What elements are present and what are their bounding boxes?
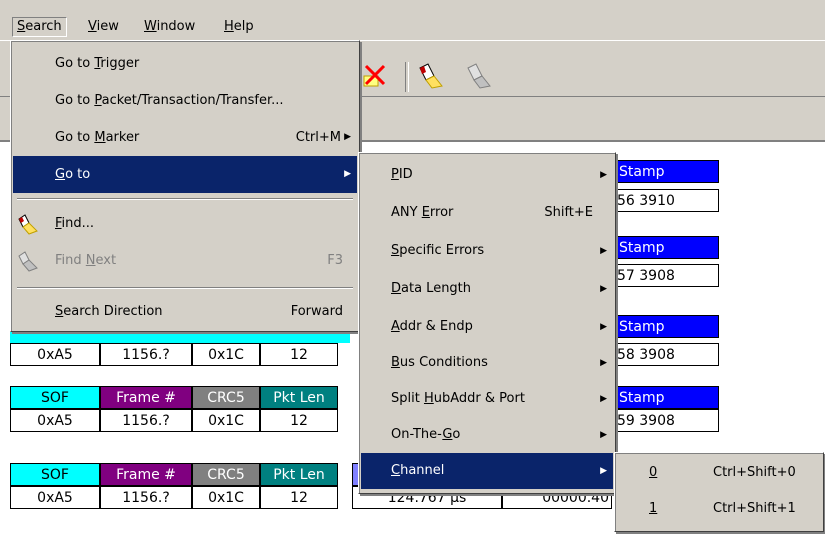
menu-item-goto-marker[interactable]: Go to Marker Ctrl+M ▶ bbox=[13, 119, 357, 156]
menubar: Search View Window Help bbox=[0, 0, 825, 39]
pkt-len-header: Pkt Len bbox=[260, 386, 338, 409]
flashlight-next-icon[interactable] bbox=[464, 60, 496, 90]
stamp-header: Stamp bbox=[612, 160, 719, 183]
crc-value[interactable]: 0x1C bbox=[192, 343, 260, 366]
stamp-value: 57 3908 bbox=[612, 264, 719, 287]
frame-value[interactable]: 1156.? bbox=[100, 343, 192, 366]
menu-item-goto-packet[interactable]: Go to Packet/Transaction/Transfer... bbox=[13, 82, 357, 119]
pkt-len-value[interactable]: 12 bbox=[260, 343, 338, 366]
menu-item-bus-conditions[interactable]: Bus Conditions ▶ bbox=[361, 345, 613, 381]
sof-header: SOF bbox=[10, 463, 100, 486]
search-menu: Go to Trigger Go to Packet/Transaction/T… bbox=[10, 40, 360, 332]
flashlight-icon bbox=[17, 213, 41, 235]
frame-value[interactable]: 1156.? bbox=[100, 409, 192, 432]
menu-item-goto-trigger[interactable]: Go to Trigger bbox=[13, 45, 357, 82]
submenu-arrow-icon: ▶ bbox=[600, 358, 607, 368]
flashlight-icon[interactable] bbox=[416, 60, 448, 90]
goto-submenu: PID ▶ ANY Error Shift+E Specific Errors ▶ D… bbox=[358, 152, 616, 494]
stamp-value: 56 3910 bbox=[612, 189, 719, 212]
menu-item-goto[interactable]: Go to ▶ bbox=[13, 156, 357, 193]
sof-value[interactable]: 0xA5 bbox=[10, 409, 100, 432]
submenu-arrow-icon: ▶ bbox=[600, 170, 607, 180]
menu-item-data-length[interactable]: Data Length ▶ bbox=[361, 271, 613, 307]
menu-separator bbox=[17, 198, 353, 200]
pkt-len-value[interactable]: 12 bbox=[260, 486, 338, 509]
menu-item-pid[interactable]: PID ▶ bbox=[361, 157, 613, 193]
channel-submenu: 0 Ctrl+Shift+0 1 Ctrl+Shift+1 bbox=[614, 452, 824, 532]
sof-value[interactable]: 0xA5 bbox=[10, 486, 100, 509]
sof-header: SOF bbox=[10, 386, 100, 409]
submenu-arrow-icon: ▶ bbox=[600, 284, 607, 294]
flashlight-next-icon bbox=[17, 250, 41, 272]
crc-value[interactable]: 0x1C bbox=[192, 486, 260, 509]
menu-item-channel-1[interactable]: 1 Ctrl+Shift+1 bbox=[617, 491, 821, 527]
menu-help[interactable]: Help bbox=[220, 18, 258, 36]
submenu-arrow-icon: ▶ bbox=[600, 430, 607, 440]
menu-item-search-direction[interactable]: Search Direction Forward bbox=[13, 293, 357, 330]
menu-separator bbox=[17, 287, 353, 289]
menu-item-channel-0[interactable]: 0 Ctrl+Shift+0 bbox=[617, 455, 821, 491]
pkt-len-value[interactable]: 12 bbox=[260, 409, 338, 432]
clear-markers-icon[interactable] bbox=[360, 60, 390, 90]
menu-search[interactable]: Search bbox=[12, 17, 67, 37]
stamp-value: 58 3908 bbox=[612, 343, 719, 366]
submenu-arrow-icon: ▶ bbox=[600, 466, 607, 476]
menu-item-on-the-go[interactable]: On-The-Go ▶ bbox=[361, 417, 613, 453]
pkt-len-header: Pkt Len bbox=[260, 463, 338, 486]
menu-window[interactable]: Window bbox=[140, 18, 199, 36]
submenu-arrow-icon: ▶ bbox=[600, 246, 607, 256]
stamp-header: Stamp bbox=[612, 236, 719, 259]
crc-header: CRC5 bbox=[192, 463, 260, 486]
menu-item-channel[interactable]: Channel ▶ bbox=[361, 453, 613, 489]
frame-value[interactable]: 1156.? bbox=[100, 486, 192, 509]
crc-value[interactable]: 0x1C bbox=[192, 409, 260, 432]
sof-value[interactable]: 0xA5 bbox=[10, 343, 100, 366]
frame-header: Frame # bbox=[100, 463, 192, 486]
crc-header: CRC5 bbox=[192, 386, 260, 409]
submenu-arrow-icon: ▶ bbox=[600, 394, 607, 404]
menu-item-addr-endp[interactable]: Addr & Endp ▶ bbox=[361, 309, 613, 345]
stamp-header: Stamp bbox=[612, 315, 719, 338]
menu-item-split-hub[interactable]: Split HubAddr & Port ▶ bbox=[361, 381, 613, 417]
submenu-arrow-icon: ▶ bbox=[600, 322, 607, 332]
menu-item-find[interactable]: Find... bbox=[13, 205, 357, 242]
toolbar-separator bbox=[405, 62, 409, 92]
frame-header: Frame # bbox=[100, 386, 192, 409]
menu-item-any-error[interactable]: ANY Error Shift+E bbox=[361, 195, 613, 231]
stamp-value: 59 3908 bbox=[612, 409, 719, 432]
submenu-arrow-icon: ▶ bbox=[344, 169, 351, 179]
stamp-header: Stamp bbox=[612, 386, 719, 409]
menu-item-find-next: Find Next F3 bbox=[13, 242, 357, 279]
submenu-arrow-icon: ▶ bbox=[344, 132, 351, 142]
menu-item-specific-errors[interactable]: Specific Errors ▶ bbox=[361, 233, 613, 269]
menu-view[interactable]: View bbox=[84, 18, 123, 36]
